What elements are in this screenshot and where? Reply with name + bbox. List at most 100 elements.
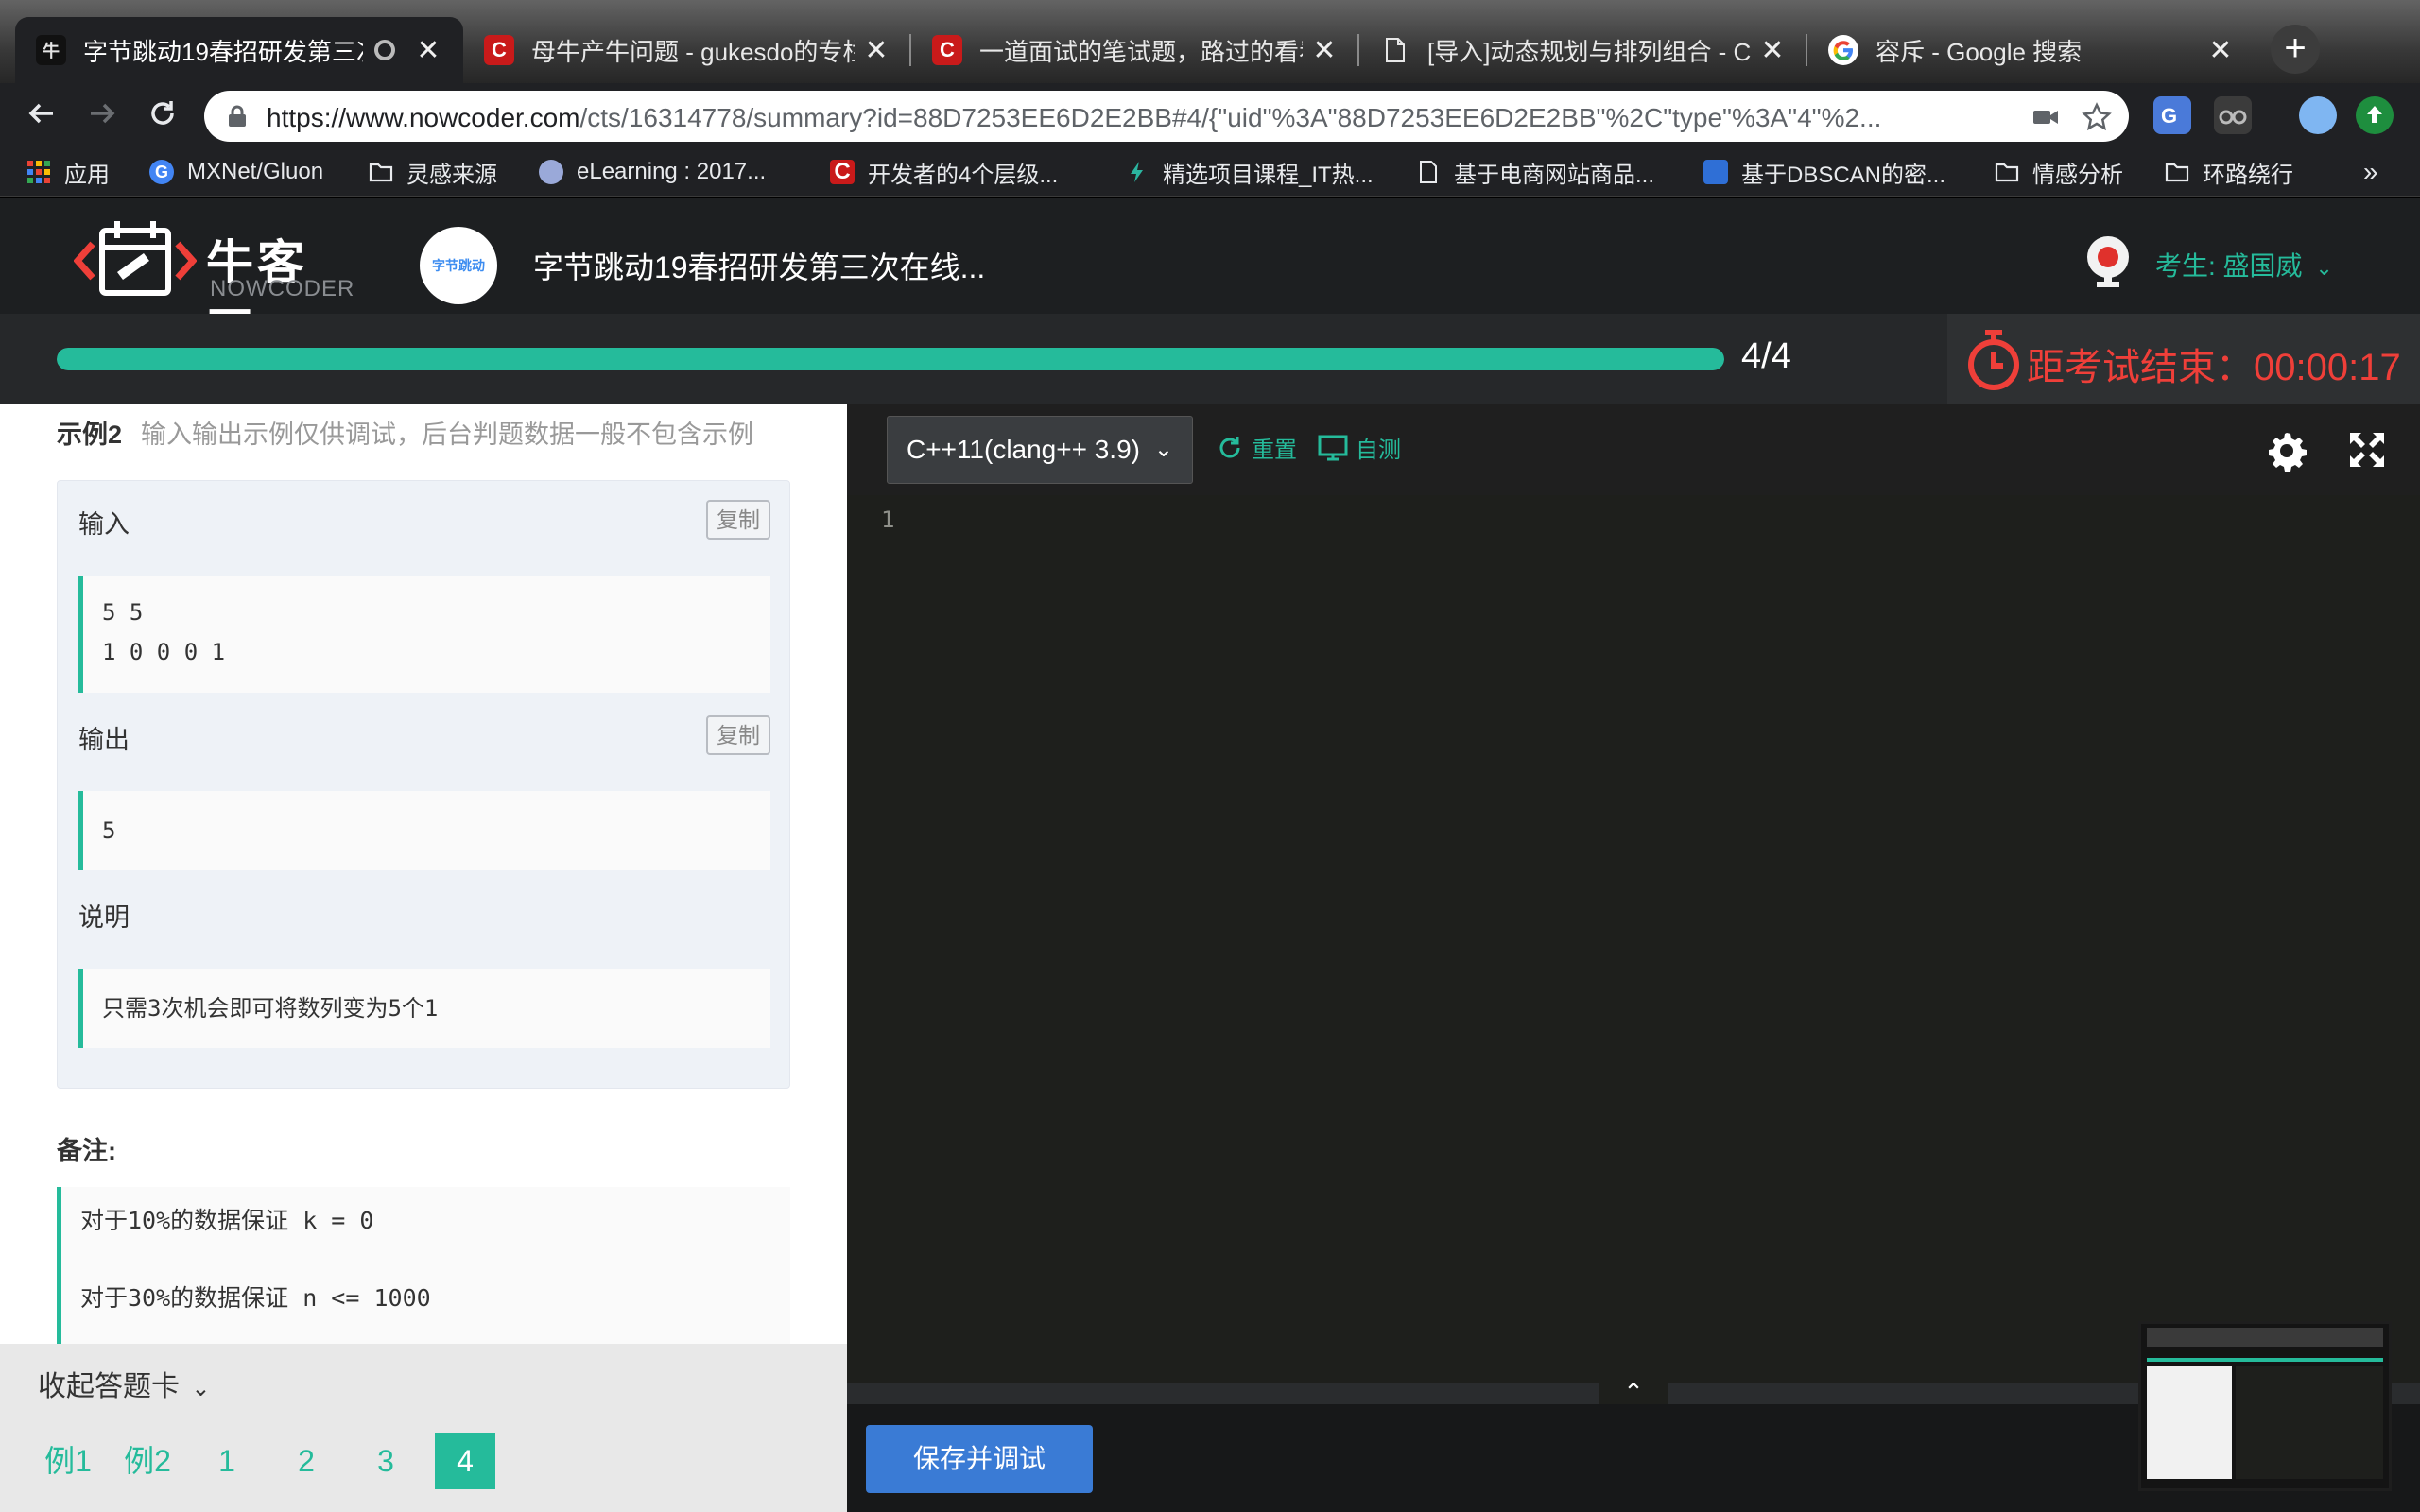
fullscreen-icon[interactable]: [2346, 429, 2388, 471]
bookmark-item[interactable]: eLearning : 2017...: [539, 157, 766, 187]
chevron-down-icon: ⌄: [191, 1376, 211, 1401]
question-nav-example2[interactable]: 例2: [117, 1433, 178, 1489]
tab-close-icon[interactable]: ✕: [862, 34, 890, 67]
bookmark-folder[interactable]: 情感分析: [1995, 157, 2123, 188]
svg-text:G: G: [2161, 104, 2177, 128]
notes-label: 备注:: [57, 1137, 116, 1165]
profile-avatar-icon[interactable]: [2299, 96, 2337, 134]
address-bar[interactable]: https://www.nowcoder.com/cts/16314778/su…: [204, 91, 2129, 142]
progress-section: 4/4 距考试结束：00:00:17: [0, 314, 2420, 404]
tab-title: 一道面试的笔试题，路过的看看: [979, 37, 1303, 66]
examinee-dropdown[interactable]: 考生: 盛国威 ⌄: [2155, 246, 2333, 284]
explain-label: 说明: [78, 903, 130, 932]
browser-tab[interactable]: C 母牛产牛问题 - gukesdo的专栏 ✕: [463, 17, 911, 83]
nowcoder-logo[interactable]: 牛客网 NOWCODER: [73, 215, 357, 357]
bookmark-item[interactable]: 基于电商网站商品...: [1416, 157, 1655, 188]
example-title: 示例2: [57, 421, 123, 449]
example-header: 示例2 输入输出示例仅供调试，后台判题数据一般不包含示例: [57, 414, 753, 451]
question-nav-4[interactable]: 4: [435, 1433, 495, 1489]
self-test-button[interactable]: 自测: [1318, 431, 1401, 464]
copy-output-button[interactable]: 复制: [706, 715, 770, 755]
editor-toolbar: C++11(clang++ 3.9) ⌄ 重置 自测: [847, 404, 2420, 495]
site-header: 牛客网 NOWCODER 字节跳动 字节跳动19春招研发第三次在线... 考生:…: [0, 198, 2420, 357]
answer-card: 收起答题卡 ⌄ 例1 例2 1 2 3 4: [0, 1344, 847, 1512]
company-logo-text: 字节跳动: [432, 258, 485, 273]
new-tab-button[interactable]: +: [2271, 25, 2320, 74]
browser-tab[interactable]: C 一道面试的笔试题，路过的看看 ✕: [911, 17, 1359, 83]
lock-icon: [229, 105, 246, 127]
explain-text: 只需3次机会即可将数列变为5个1: [102, 995, 439, 1022]
tab-close-icon[interactable]: ✕: [1310, 34, 1339, 67]
screenshot-thumbnail[interactable]: [2138, 1321, 2392, 1491]
calendar-logo-icon: [73, 221, 198, 296]
reset-button[interactable]: 重置: [1216, 431, 1297, 464]
collapse-answer-card-button[interactable]: 收起答题卡 ⌄: [38, 1363, 210, 1404]
save-and-debug-button[interactable]: 保存并调试: [866, 1425, 1093, 1493]
thumbnail-chrome: [2147, 1328, 2383, 1347]
chevron-up-icon[interactable]: ⌃: [1599, 1380, 1668, 1404]
google-icon: G: [149, 160, 174, 184]
bookmark-label: 应用: [64, 162, 110, 188]
update-arrow-icon[interactable]: [2356, 96, 2394, 134]
incognito-extension-icon[interactable]: [2214, 96, 2252, 134]
language-value: C++11(clang++ 3.9): [907, 435, 1140, 464]
url-host: https://www.nowcoder.com: [267, 103, 580, 132]
tab-title: 母牛产牛问题 - gukesdo的专栏: [531, 37, 855, 66]
bookmark-label: 灵感来源: [406, 162, 497, 188]
progress-fill: [57, 348, 1724, 370]
language-select[interactable]: C++11(clang++ 3.9) ⌄: [887, 416, 1193, 484]
input-block: 5 5 1 0 0 0 1: [78, 576, 770, 693]
copy-input-button[interactable]: 复制: [706, 500, 770, 540]
chevron-down-icon: ⌄: [1153, 437, 1173, 462]
bookmark-label: eLearning : 2017...: [577, 159, 767, 184]
camera-blocked-icon[interactable]: [2031, 102, 2061, 132]
browser-tab-active[interactable]: 牛 字节跳动19春招研发第三次 ✕: [15, 17, 463, 83]
input-line: 5 5: [102, 599, 144, 626]
bookmark-item[interactable]: C 开发者的4个层级...: [830, 157, 1058, 188]
bookmark-label: MXNet/Gluon: [187, 159, 324, 184]
tab-close-icon[interactable]: ✕: [2206, 34, 2235, 67]
forward-icon[interactable]: [83, 96, 121, 134]
browser-tab[interactable]: 容斥 - Google 搜索 ✕: [1807, 17, 2256, 83]
csdn-icon: C: [830, 160, 855, 184]
apps-icon: [27, 161, 50, 183]
baidu-icon: [1703, 160, 1728, 184]
reload-icon[interactable]: [144, 96, 182, 134]
browser-tab[interactable]: [导入]动态规划与排列组合 - C+ ✕: [1359, 17, 1807, 83]
note-line: 对于30%的数据保证 n <= 1000: [80, 1284, 431, 1312]
bookmarks-overflow-button[interactable]: »: [2363, 157, 2378, 187]
tab-close-icon[interactable]: ✕: [414, 34, 442, 67]
input-line: 1 0 0 0 1: [102, 639, 226, 665]
bookmark-label: 环路绕行: [2203, 162, 2293, 188]
bookmark-label: 基于电商网站商品...: [1454, 162, 1655, 188]
tab-title: 容斥 - Google 搜索: [1876, 37, 2083, 66]
countdown-timer: 距考试结束：00:00:17: [1947, 314, 2420, 404]
tab-close-icon[interactable]: ✕: [1758, 34, 1787, 67]
elearning-icon: [539, 160, 563, 184]
bookmark-label: 精选项目课程_IT热...: [1163, 162, 1374, 188]
notes-block: 对于10%的数据保证 k = 0 对于30%的数据保证 n <= 1000: [57, 1187, 790, 1351]
back-icon[interactable]: [23, 96, 60, 134]
question-nav-1[interactable]: 1: [197, 1433, 257, 1489]
bookmark-folder[interactable]: 灵感来源: [369, 157, 497, 188]
gear-icon[interactable]: [2265, 429, 2308, 472]
input-label: 输入: [78, 510, 130, 539]
folder-icon: [369, 163, 393, 182]
bookmark-folder[interactable]: 环路绕行: [2165, 157, 2293, 188]
bookmark-apps[interactable]: 应用: [26, 157, 110, 188]
question-nav-example1[interactable]: 例1: [38, 1433, 98, 1489]
bookmark-item[interactable]: 基于DBSCAN的密...: [1703, 157, 1945, 188]
code-editor[interactable]: 1: [847, 495, 2420, 1383]
reset-label: 重置: [1252, 438, 1297, 463]
question-nav-3[interactable]: 3: [355, 1433, 416, 1489]
bookmark-star-icon[interactable]: [2082, 102, 2112, 132]
page-icon: [1420, 161, 1437, 183]
loading-icon: [374, 40, 395, 60]
bookmark-item[interactable]: G MXNet/Gluon: [149, 157, 323, 187]
progress-track: [57, 348, 1724, 370]
exam-title: 字节跳动19春招研发第三次在线...: [533, 250, 986, 284]
nowcoder-icon: 牛: [36, 35, 66, 65]
question-nav-2[interactable]: 2: [276, 1433, 337, 1489]
bookmark-item[interactable]: 精选项目课程_IT热...: [1125, 157, 1374, 188]
translate-extension-icon[interactable]: G: [2153, 96, 2191, 134]
